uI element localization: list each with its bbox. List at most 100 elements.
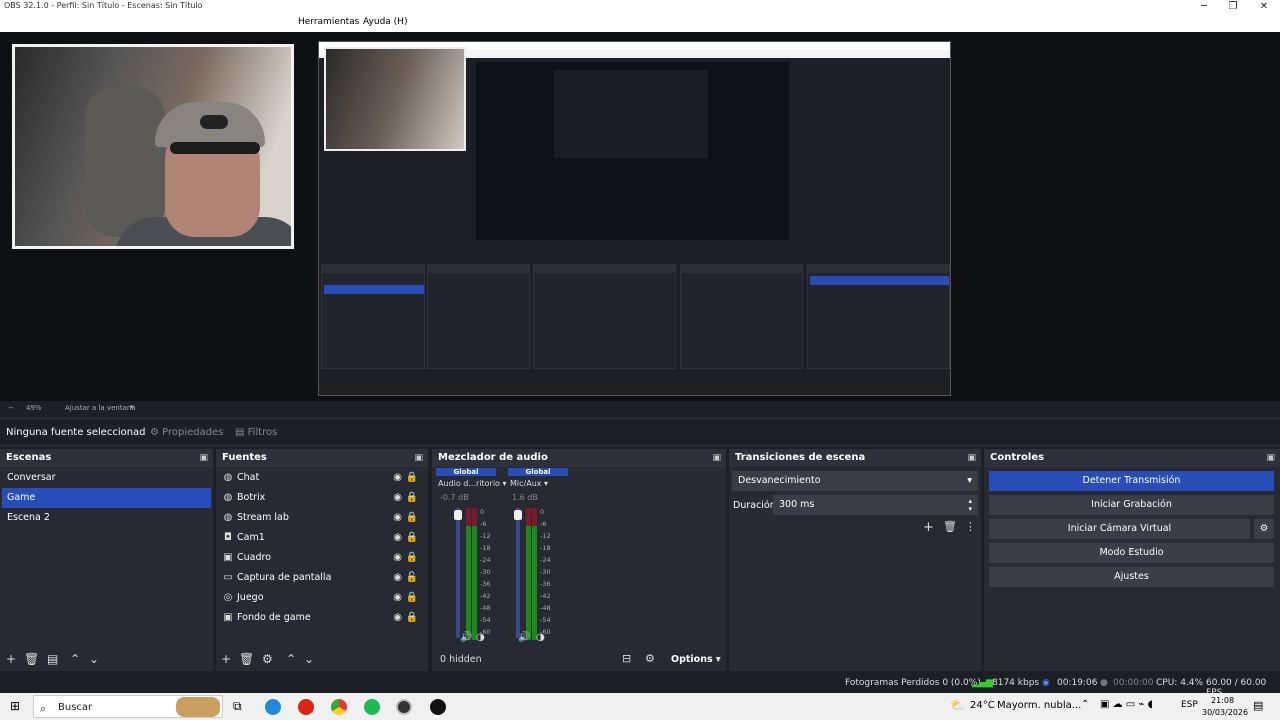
lock-icon[interactable]: 🔒 — [406, 548, 418, 568]
app-icon[interactable] — [430, 699, 446, 715]
scene-item[interactable]: Game — [2, 488, 211, 508]
float-icon[interactable]: ▣ — [199, 449, 208, 467]
more-icon[interactable]: ⋮ — [965, 520, 976, 533]
chevron-down-icon: ▾ — [502, 479, 507, 488]
notification-icon[interactable]: ▤ — [1253, 699, 1263, 712]
source-item[interactable]: ◍ Botrix ◉ 🔒 — [220, 488, 424, 508]
transition-select[interactable]: Desvanecimiento ▾ — [732, 471, 978, 491]
slider-handle[interactable] — [514, 510, 522, 520]
scenes-dock: Escenas ▣ Conversar Game Escena 2 + 🗑 ▤ ⌃… — [0, 449, 213, 671]
unlock-icon[interactable]: 🔓 — [406, 568, 418, 588]
obs-icon[interactable] — [396, 699, 412, 715]
clock-time[interactable]: 21:08 — [1211, 696, 1234, 705]
minimize-button[interactable]: ─ — [1190, 0, 1218, 14]
float-icon[interactable]: ▣ — [967, 449, 976, 467]
float-icon[interactable]: ▣ — [1266, 449, 1275, 467]
eye-icon[interactable]: ◉ — [393, 548, 402, 568]
add-icon[interactable]: + — [221, 652, 231, 666]
lock-icon[interactable]: 🔒 — [406, 608, 418, 628]
gear-icon[interactable]: ⚙ — [1254, 519, 1274, 539]
windows-start-icon[interactable]: ⊞ — [10, 699, 20, 713]
weather-temp[interactable]: 24°C — [970, 700, 995, 711]
advanced-audio-icon[interactable]: ⚙ — [645, 652, 655, 665]
task-view-icon[interactable]: ⧉ — [233, 699, 242, 714]
fit-window-dropdown[interactable]: Ajustar a la ventana — [65, 404, 136, 412]
chevron-up-icon[interactable]: ⌃ — [1081, 699, 1089, 710]
weather-desc[interactable]: Mayorm. nubla... — [997, 700, 1081, 711]
chevron-down-icon[interactable]: ▾ — [130, 403, 134, 411]
headphone-icon[interactable]: ◑ — [536, 632, 545, 643]
lock-icon[interactable]: 🔒 — [406, 588, 418, 608]
studio-mode-button[interactable]: Modo Estudio — [989, 543, 1274, 563]
channel-name[interactable]: Audio d...ritorio ▾ — [438, 479, 507, 488]
lock-icon[interactable]: 🔒 — [406, 528, 418, 548]
add-icon[interactable]: + — [923, 520, 934, 535]
chevron-down-icon[interactable]: ⌄ — [304, 652, 314, 666]
float-icon[interactable]: ▣ — [712, 449, 721, 467]
source-item[interactable]: ◘ Cam1 ◉ 🔒 — [220, 528, 424, 548]
source-item[interactable]: ▣ Fondo de game ◉ 🔒 — [220, 608, 424, 628]
speaker-icon[interactable]: 🔊 — [518, 632, 530, 643]
duration-input[interactable]: 300 ms ▴ ▾ — [773, 495, 978, 515]
eye-icon[interactable]: ◉ — [393, 608, 402, 628]
gamepad-icon: ◎ — [223, 592, 233, 603]
eye-icon[interactable]: ◉ — [393, 568, 402, 588]
menu-tools[interactable]: Herramientas — [298, 17, 359, 27]
volume-slider[interactable] — [456, 508, 460, 638]
tray-icons[interactable]: ▣ ☁ ▭ ⌁ ◖ — [1100, 699, 1153, 710]
chevron-up-icon[interactable]: ⌃ — [286, 652, 296, 666]
opera-icon[interactable] — [298, 699, 314, 715]
lock-icon[interactable]: 🔒 — [406, 508, 418, 528]
virtual-camera-button[interactable]: Iniciar Cámara Virtual — [989, 519, 1250, 539]
webcam-source[interactable] — [12, 44, 294, 249]
source-item[interactable]: ◍ Stream lab ◉ 🔒 — [220, 508, 424, 528]
scenes-title: Escenas — [6, 452, 52, 463]
float-icon[interactable]: ▣ — [414, 449, 423, 467]
eye-icon[interactable]: ◉ — [393, 488, 402, 508]
channel-name[interactable]: Mic/Aux ▾ — [510, 479, 548, 488]
source-item[interactable]: ▣ Cuadro ◉ 🔒 — [220, 548, 424, 568]
lock-icon[interactable]: 🔒 — [406, 488, 418, 508]
clock-date[interactable]: 30/03/2026 — [1202, 708, 1248, 717]
global-label: Global — [508, 468, 568, 476]
chevron-up-icon[interactable]: ⌃ — [70, 652, 80, 666]
options-button[interactable]: Options ▾ — [671, 654, 721, 665]
lock-icon[interactable]: 🔒 — [406, 468, 418, 488]
chevron-down-icon[interactable]: ⌄ — [89, 652, 99, 666]
taskbar-search[interactable]: ⌕ Buscar — [33, 695, 223, 718]
maximize-button[interactable]: ❐ — [1219, 0, 1247, 14]
spotify-icon[interactable] — [364, 699, 380, 715]
eye-icon[interactable]: ◉ — [393, 468, 402, 488]
layout-icon[interactable]: ⊟ — [622, 652, 631, 665]
headphone-icon[interactable]: ◑ — [476, 632, 485, 643]
settings-button[interactable]: Ajustes — [989, 567, 1274, 587]
close-button[interactable]: ✕ — [1250, 0, 1278, 14]
trash-icon[interactable]: 🗑 — [24, 652, 39, 666]
trash-icon[interactable]: 🗑 — [239, 652, 254, 666]
language-indicator[interactable]: ESP — [1181, 700, 1198, 710]
preview-canvas[interactable] — [0, 32, 1280, 401]
edge-icon[interactable] — [265, 699, 281, 715]
start-recording-button[interactable]: Iniciar Grabación — [989, 495, 1274, 515]
trash-icon[interactable]: 🗑 — [943, 520, 957, 533]
eye-icon[interactable]: ◉ — [393, 528, 402, 548]
properties-button[interactable]: ⚙ Propiedades — [146, 424, 227, 442]
gear-icon[interactable]: ⚙ — [262, 652, 273, 666]
stop-stream-button[interactable]: Detener Transmisión — [989, 471, 1274, 491]
chrome-icon[interactable] — [331, 699, 347, 715]
source-item[interactable]: ◍ Chat ◉ 🔒 — [220, 468, 424, 488]
source-item[interactable]: ◎ Juego ◉ 🔒 — [220, 588, 424, 608]
scene-item[interactable]: Escena 2 — [2, 508, 211, 528]
add-icon[interactable]: + — [6, 652, 16, 666]
volume-slider[interactable] — [516, 508, 520, 638]
speaker-icon[interactable]: 🔊 — [460, 632, 472, 643]
slider-handle[interactable] — [454, 510, 462, 520]
eye-icon[interactable]: ◉ — [393, 588, 402, 608]
filter-icon[interactable]: ▤ — [47, 652, 58, 666]
zoom-out-button[interactable]: − — [8, 404, 14, 412]
scene-item[interactable]: Conversar — [2, 468, 211, 488]
source-item[interactable]: ▭ Captura de pantalla ◉ 🔓 — [220, 568, 424, 588]
filters-button[interactable]: ▤ Filtros — [231, 424, 281, 442]
menu-help[interactable]: Ayuda (H) — [363, 17, 407, 27]
eye-icon[interactable]: ◉ — [393, 508, 402, 528]
